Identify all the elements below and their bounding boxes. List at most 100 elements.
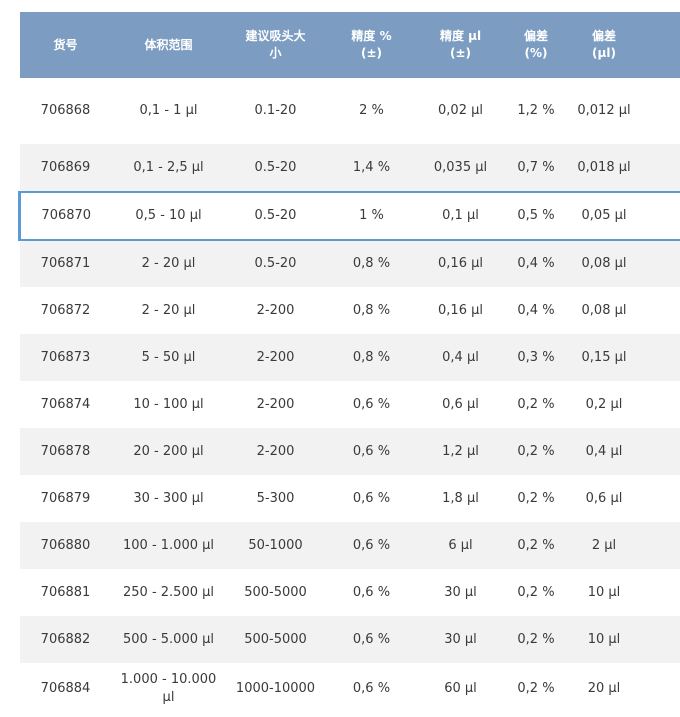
cell-precision-percent: 0,6 % [325, 616, 418, 663]
table-row[interactable]: 706871 2 - 20 µl 0.5-20 0,8 % 0,16 µl 0,4 % 0,… [19, 240, 680, 287]
cell-precision-ul: 30 µl [417, 616, 504, 663]
cell-precision-ul: 1,2 µl [417, 428, 504, 475]
table-row[interactable]: 706884 1.000 - 10.000 µl 1000-10000 0,6 % 60… [19, 663, 680, 715]
cell-spacer [639, 287, 680, 334]
cell-tip-size: 2-200 [225, 334, 326, 381]
cell-volume-range: 5 - 50 µl [111, 334, 226, 381]
cell-precision-percent: 0,6 % [325, 522, 418, 569]
cell-article-no: 706869 [19, 144, 112, 192]
table-row[interactable]: 706881 250 - 2.500 µl 500-5000 0,6 % 30 µl 0,… [19, 569, 680, 616]
cell-tip-size: 2-200 [225, 287, 326, 334]
cell-spacer [639, 522, 680, 569]
cell-volume-range: 250 - 2.500 µl [111, 569, 226, 616]
cell-spacer [639, 428, 680, 475]
col-header-volume-range[interactable]: 体积范围 [111, 12, 226, 78]
col-header-spacer [639, 12, 680, 78]
cell-volume-range: 500 - 5.000 µl [111, 616, 226, 663]
cell-deviation-percent: 0,5 % [503, 191, 569, 241]
cell-precision-percent: 2 % [325, 78, 418, 144]
table-row[interactable]: 706882 500 - 5.000 µl 500-5000 0,6 % 30 µl 0,… [19, 616, 680, 663]
col-header-precision-percent[interactable]: 精度 % (±) [325, 12, 418, 78]
cell-tip-size: 500-5000 [225, 616, 326, 663]
table-row[interactable]: 706878 20 - 200 µl 2-200 0,6 % 1,2 µl 0,2 % 0,… [19, 428, 680, 475]
cell-article-no: 706870 [18, 191, 112, 241]
cell-deviation-ul: 0,08 µl [568, 240, 640, 287]
table-row[interactable]: 706880 100 - 1.000 µl 50-1000 0,6 % 6 µl 0,2 … [19, 522, 680, 569]
table-header: 货号 体积范围 建议吸头大 小 精度 % (±) 精度 µl (±) 偏差 (%… [19, 12, 680, 78]
cell-precision-ul: 0,035 µl [417, 144, 504, 192]
cell-article-no: 706872 [19, 287, 112, 334]
cell-spacer [639, 334, 680, 381]
cell-precision-percent: 1,4 % [325, 144, 418, 192]
cell-volume-range: 2 - 20 µl [111, 287, 226, 334]
cell-article-no: 706879 [19, 475, 112, 522]
cell-deviation-percent: 0,4 % [503, 287, 569, 334]
cell-spacer [639, 616, 680, 663]
cell-article-no: 706874 [19, 381, 112, 428]
cell-precision-percent: 0,6 % [325, 569, 418, 616]
cell-tip-size: 50-1000 [225, 522, 326, 569]
table-row[interactable]: 706873 5 - 50 µl 2-200 0,8 % 0,4 µl 0,3 % 0,15… [19, 334, 680, 381]
table-row[interactable]: 706874 10 - 100 µl 2-200 0,6 % 0,6 µl 0,2 % 0,… [19, 381, 680, 428]
cell-precision-ul: 60 µl [417, 663, 504, 715]
cell-spacer [639, 191, 680, 241]
col-header-deviation-percent[interactable]: 偏差 (%) [503, 12, 569, 78]
cell-deviation-ul: 0,012 µl [568, 78, 640, 144]
cell-precision-ul: 30 µl [417, 569, 504, 616]
cell-deviation-ul: 0,018 µl [568, 144, 640, 192]
cell-precision-percent: 0,8 % [325, 287, 418, 334]
cell-tip-size: 2-200 [225, 428, 326, 475]
cell-spacer [639, 78, 680, 144]
col-header-tip-size[interactable]: 建议吸头大 小 [225, 12, 326, 78]
col-header-precision-ul[interactable]: 精度 µl (±) [417, 12, 504, 78]
col-header-deviation-ul[interactable]: 偏差 (µl) [568, 12, 640, 78]
table-row[interactable]: 706872 2 - 20 µl 2-200 0,8 % 0,16 µl 0,4 % 0,0… [19, 287, 680, 334]
cell-article-no: 706868 [19, 78, 112, 144]
cell-precision-ul: 0,02 µl [417, 78, 504, 144]
cell-deviation-percent: 0,2 % [503, 616, 569, 663]
cell-precision-percent: 0,8 % [325, 334, 418, 381]
cell-precision-ul: 0,16 µl [417, 287, 504, 334]
cell-spacer [639, 381, 680, 428]
cell-volume-range: 30 - 300 µl [111, 475, 226, 522]
cell-tip-size: 5-300 [225, 475, 326, 522]
cell-precision-percent: 0,6 % [325, 428, 418, 475]
cell-precision-percent: 1 % [325, 191, 418, 241]
cell-spacer [639, 475, 680, 522]
cell-deviation-percent: 0,2 % [503, 522, 569, 569]
cell-article-no: 706873 [19, 334, 112, 381]
cell-volume-range: 0,1 - 2,5 µl [111, 144, 226, 192]
cell-deviation-percent: 0,2 % [503, 569, 569, 616]
table-row[interactable]: 706879 30 - 300 µl 5-300 0,6 % 1,8 µl 0,2 % 0,… [19, 475, 680, 522]
cell-article-no: 706881 [19, 569, 112, 616]
cell-spacer [639, 663, 680, 715]
cell-precision-ul: 0,4 µl [417, 334, 504, 381]
cell-article-no: 706880 [19, 522, 112, 569]
cell-precision-percent: 0,8 % [325, 240, 418, 287]
cell-volume-range: 20 - 200 µl [111, 428, 226, 475]
cell-deviation-ul: 20 µl [568, 663, 640, 715]
cell-deviation-ul: 10 µl [568, 569, 640, 616]
cell-deviation-ul: 2 µl [568, 522, 640, 569]
cell-tip-size: 0.5-20 [225, 144, 326, 192]
table-body: 706868 0,1 - 1 µl 0.1-20 2 % 0,02 µl 1,2 % 0,0… [18, 78, 680, 715]
cell-tip-size: 500-5000 [225, 569, 326, 616]
cell-precision-ul: 6 µl [417, 522, 504, 569]
cell-tip-size: 0.5-20 [225, 240, 326, 287]
cell-deviation-percent: 0,7 % [503, 144, 569, 192]
cell-precision-ul: 0,6 µl [417, 381, 504, 428]
cell-tip-size: 0.5-20 [225, 191, 326, 241]
table-row[interactable]: 706869 0,1 - 2,5 µl 0.5-20 1,4 % 0,035 µl 0,7… [19, 144, 680, 192]
col-header-article-no[interactable]: 货号 [19, 12, 112, 78]
cell-spacer [639, 240, 680, 287]
cell-article-no: 706878 [19, 428, 112, 475]
header-row: 货号 体积范围 建议吸头大 小 精度 % (±) 精度 µl (±) 偏差 (%… [19, 12, 680, 78]
cell-volume-range: 1.000 - 10.000 µl [111, 663, 226, 715]
cell-precision-ul: 0,1 µl [417, 191, 504, 241]
table-row[interactable]: 706870 0,5 - 10 µl 0.5-20 1 % 0,1 µl 0,5 % 0,0… [18, 191, 680, 241]
cell-volume-range: 100 - 1.000 µl [111, 522, 226, 569]
cell-precision-percent: 0,6 % [325, 475, 418, 522]
table-row[interactable]: 706868 0,1 - 1 µl 0.1-20 2 % 0,02 µl 1,2 % 0,0… [19, 78, 680, 144]
cell-deviation-percent: 0,2 % [503, 475, 569, 522]
cell-article-no: 706884 [19, 663, 112, 715]
